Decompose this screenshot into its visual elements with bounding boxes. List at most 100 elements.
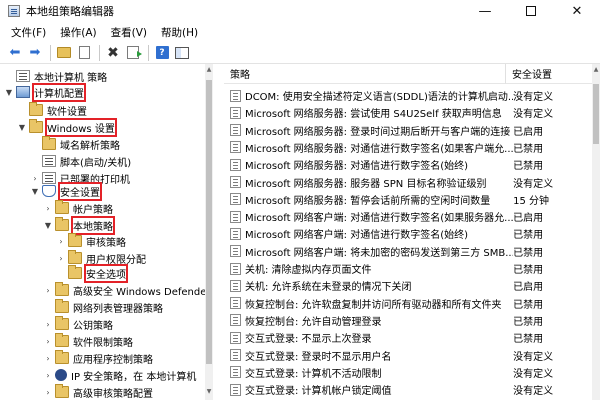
tree-item[interactable]: › IP 安全策略，在 本地计算机 [43,366,196,384]
table-row[interactable]: 交互式登录: 不显示上次登录 已禁用 [224,329,592,346]
minimize-button[interactable]: — [462,0,508,22]
chevron-down-icon[interactable]: ▼ [43,221,53,230]
tree-item[interactable]: ▼ 安全设置 [30,181,102,201]
scroll-up-icon[interactable]: ▲ [205,66,213,76]
chevron-right-icon[interactable]: › [43,204,53,213]
column-header-policy[interactable]: 策略 [224,64,506,84]
table-row[interactable]: 恢复控制台: 允许自动管理登录 已禁用 [224,312,592,329]
table-row[interactable]: 关机: 清除虚拟内存页面文件 已禁用 [224,260,592,277]
help-button[interactable]: ? [153,44,171,62]
action-pane-button[interactable] [173,44,191,62]
tree-item-label: 计算机配置 [32,82,86,102]
tree-scrollbar[interactable]: ▲ ▼ [205,64,213,400]
policy-item-icon [230,279,241,292]
table-row[interactable]: Microsoft 网络客户端: 将未加密的密码发送到第三方 SMB... 已禁用 [224,243,592,260]
policy-item-icon [230,349,241,361]
tree-item[interactable]: 软件设置 [17,101,87,119]
export-list-button[interactable] [124,44,142,62]
table-row[interactable]: 关机: 允许系统在未登录的情况下关闭 已启用 [224,277,592,294]
tree-item[interactable]: ▼ Windows 设置 [17,117,117,137]
computer-icon [16,86,30,98]
tree-item[interactable]: 安全选项 [56,263,128,283]
tree-item[interactable]: › 帐户策略 [43,199,113,217]
menu-action[interactable]: 操作(A) [53,25,103,40]
table-row[interactable]: 恢复控制台: 允许软盘复制并访问所有驱动器和所有文件夹 已禁用 [224,295,592,312]
tree-item[interactable]: › 软件限制策略 [43,332,133,350]
chevron-right-icon[interactable]: › [56,237,66,246]
table-row[interactable]: 交互式登录: 计算机不活动限制 没有定义 [224,364,592,381]
chevron-down-icon[interactable]: ▼ [4,88,14,97]
close-button[interactable]: ✕ [554,0,600,22]
table-row[interactable]: Microsoft 网络服务器: 服务器 SPN 目标名称验证级别 没有定义 [224,174,592,191]
policy-name: Microsoft 网络客户端: 将未加密的密码发送到第三方 SMB... [245,247,514,259]
scroll-up-icon[interactable]: ▲ [592,66,600,73]
table-row[interactable]: 交互式登录: 计算机帐户锁定阈值 没有定义 [224,381,592,398]
table-row[interactable]: Microsoft 网络服务器: 对通信进行数字签名(如果客户端允... 已禁用 [224,139,592,156]
help-icon: ? [155,46,169,59]
policy-setting: 没有定义 [513,368,554,380]
chevron-right-icon[interactable]: › [43,320,53,329]
back-button[interactable]: ⬅ [6,44,24,62]
tree-item-label: 高级安全 Windows Defende [73,286,207,298]
policy-name: Microsoft 网络客户端: 对通信进行数字签名(始终) [245,230,469,242]
tree-item[interactable]: › 高级审核策略配置 [43,383,153,400]
chevron-down-icon[interactable]: ▼ [17,123,27,132]
forward-button[interactable]: ➡ [26,44,44,62]
table-row[interactable]: Microsoft 网络服务器: 尝试使用 S4U2Self 获取声明信息 没有定… [224,104,592,121]
tree-item-label: 安全设置 [58,181,102,201]
policy-name: 交互式登录: 登录时不显示用户名 [245,351,392,363]
policy-setting: 没有定义 [513,351,554,363]
policy-item-icon [230,124,241,137]
folder-icon [29,102,43,116]
menu-view[interactable]: 查看(V) [104,25,154,40]
chevron-right-icon[interactable]: › [43,286,53,295]
tree-item-label: 本地计算机 策略 [34,72,108,84]
table-row[interactable]: 交互式登录: 登录时不显示用户名 没有定义 [224,347,592,364]
policy-name: DCOM: 使用安全描述符定义语言(SDDL)语法的计算机启动... [245,92,514,103]
policy-editor-icon [8,5,20,17]
tree-item[interactable]: 脚本(启动/关机) [30,152,131,170]
chevron-right-icon[interactable]: › [43,371,53,380]
tree-item[interactable]: › 高级安全 Windows Defende [43,281,206,299]
list-scrollbar[interactable]: ▲ [592,64,600,400]
tree-item[interactable]: › 应用程序控制策略 [43,349,153,367]
menu-help[interactable]: 帮助(H) [154,25,205,40]
tree-item[interactable]: › 公钥策略 [43,315,113,333]
policy-document-icon [16,70,30,82]
policy-item-icon [230,106,241,119]
policy-setting: 已禁用 [513,299,544,311]
tree-item[interactable]: ▼ 计算机配置 [4,82,86,102]
chevron-right-icon[interactable]: › [43,337,53,346]
chevron-right-icon[interactable]: › [43,388,53,397]
menu-file[interactable]: 文件(F) [4,25,53,40]
table-row[interactable]: Microsoft 网络服务器: 对通信进行数字签名(始终) 已禁用 [224,156,592,173]
table-row[interactable]: DCOM: 使用安全描述符定义语言(SDDL)语法的计算机启动... 没有定义 [224,87,592,104]
table-row[interactable]: Microsoft 网络服务器: 暂停会话前所需的空闲时间数量 15 分钟 [224,191,592,208]
tree-item[interactable]: 网络列表管理器策略 [43,298,163,316]
forward-arrow-icon: ➡ [29,45,41,60]
maximize-button[interactable] [508,0,554,22]
table-row[interactable]: Microsoft 网络服务器: 登录时间过期后断开与客户端的连接 已启用 [224,122,592,139]
tree-item-label: 本地策略 [71,215,115,235]
show-tree-button[interactable] [75,44,93,62]
policy-item-icon [230,141,241,154]
tree-scroll-thumb[interactable] [206,80,212,364]
policy-name: 交互式登录: 计算机帐户锁定阈值 [245,386,392,398]
policy-item-icon [230,176,241,188]
up-folder-button[interactable] [55,44,73,62]
export-icon [127,46,142,59]
folder-icon [68,265,82,279]
column-header-setting[interactable]: 安全设置 [506,64,600,84]
table-row[interactable]: Microsoft 网络客户端: 对通信进行数字签名(如果服务器允... 已启用 [224,208,592,225]
scroll-down-icon[interactable]: ▼ [205,388,213,398]
close-icon: ✕ [571,3,583,19]
list-scroll-thumb[interactable] [593,84,599,144]
chevron-down-icon[interactable]: ▼ [30,187,40,196]
delete-button[interactable]: ✖ [104,44,122,62]
table-row[interactable]: Microsoft 网络客户端: 对通信进行数字签名(始终) 已禁用 [224,225,592,242]
tree-item[interactable]: 域名解析策略 [30,135,120,153]
chevron-right-icon[interactable]: › [43,354,53,363]
chevron-right-icon[interactable]: › [56,254,66,263]
tree-item-label: 高级审核策略配置 [73,388,153,400]
tree-item[interactable]: › 审核策略 [56,232,126,250]
